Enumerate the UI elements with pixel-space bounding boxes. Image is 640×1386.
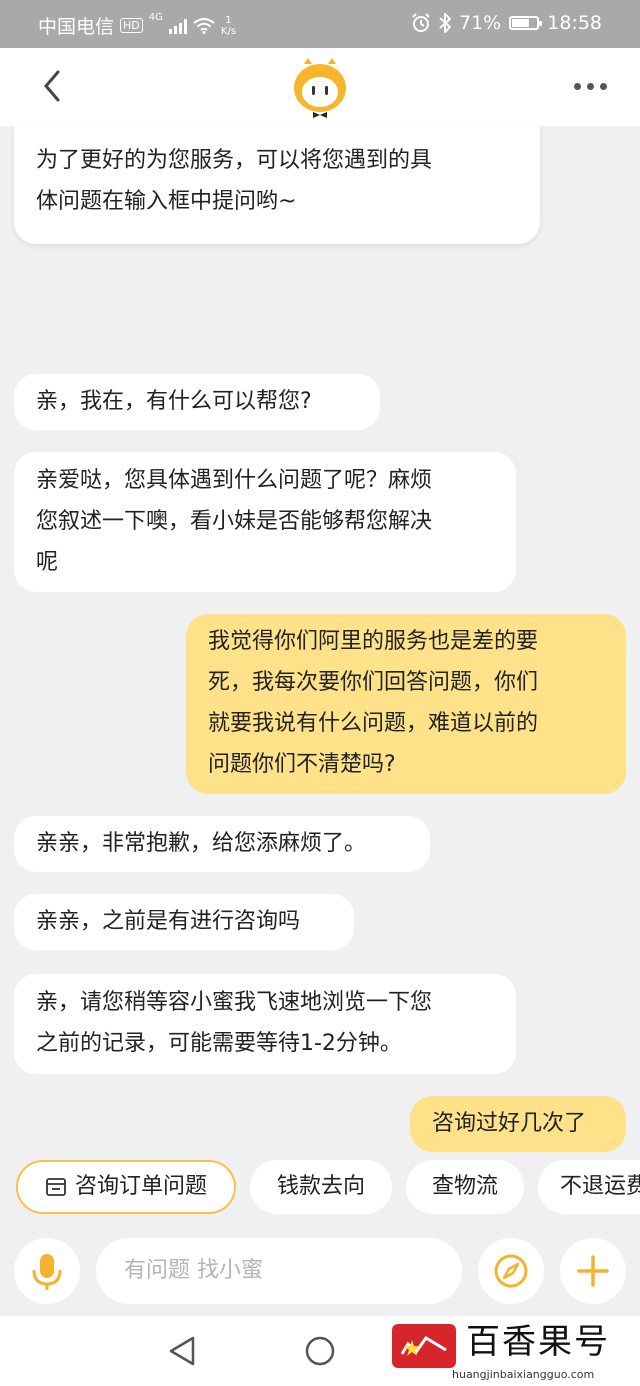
more-dot xyxy=(573,82,581,90)
incoming-message: 亲，我在，有什么可以帮您? xyxy=(14,374,380,430)
battery-icon xyxy=(509,16,543,30)
watermark: 百香果号 huangjinbaixiangguo.com xyxy=(392,1318,640,1384)
quick-reply-label: 咨询订单问题 xyxy=(74,1174,207,1199)
quick-reply-payment[interactable]: 钱款去向 xyxy=(250,1160,392,1214)
incoming-message: 亲亲，之前是有进行咨询吗 xyxy=(14,894,354,950)
quick-reply-label: 不退运费 xyxy=(560,1174,640,1199)
incoming-message: 亲亲，非常抱歉，给您添麻烦了。 xyxy=(14,816,430,872)
watermark-url: huangjinbaixiangguo.com xyxy=(452,1368,595,1381)
bluetooth-icon xyxy=(439,13,451,33)
chevron-left-icon xyxy=(44,70,60,102)
watermark-logo-icon xyxy=(392,1324,456,1368)
outgoing-message: 我觉得你们阿里的服务也是差的要 死，我每次要你们回答问题，你们 就要我说有什么问… xyxy=(186,614,626,794)
more-actions-button[interactable] xyxy=(560,1238,626,1304)
incoming-message: 为了更好的为您服务，可以将您遇到的具 体问题在输入框中提问哟~ xyxy=(14,126,540,244)
wifi-icon xyxy=(193,17,215,34)
quick-reply-label: 查物流 xyxy=(431,1174,498,1199)
back-button[interactable] xyxy=(36,66,76,106)
watermark-title: 百香果号 xyxy=(466,1322,610,1362)
order-icon xyxy=(46,1178,66,1196)
hd-badge: HD xyxy=(120,18,143,33)
voice-input-button[interactable] xyxy=(14,1238,80,1304)
message-input-placeholder: 有问题 找小蜜 xyxy=(124,1258,263,1283)
alarm-icon xyxy=(412,13,430,32)
quick-reply-shipping-fee[interactable]: 不退运费 xyxy=(538,1160,640,1214)
incoming-message: 亲，请您稍等容小蜜我飞速地浏览一下您 之前的记录，可能需要等待1-2分钟。 xyxy=(14,974,516,1074)
incoming-message: 亲爱哒，您具体遇到什么问题了呢？麻烦 您叙述一下噢，看小妹是否能够帮您解决 呢 xyxy=(14,452,516,592)
quick-reply-label: 钱款去向 xyxy=(276,1174,365,1199)
more-dot xyxy=(586,82,594,90)
more-options-button[interactable] xyxy=(570,74,610,98)
system-nav-bar: 百香果号 huangjinbaixiangguo.com xyxy=(0,1316,640,1386)
chat-message-list[interactable]: 为了更好的为您服务，可以将您遇到的具 体问题在输入框中提问哟~ 亲，我在，有什么… xyxy=(0,126,640,1156)
nav-back-button[interactable] xyxy=(166,1334,200,1368)
plus-icon xyxy=(577,1255,609,1287)
more-dot xyxy=(599,82,607,90)
input-bar: 有问题 找小蜜 xyxy=(0,1226,640,1316)
carrier-label: 中国电信 xyxy=(38,16,115,38)
chat-header xyxy=(0,48,640,126)
compass-icon xyxy=(494,1254,528,1288)
clock: 18:58 xyxy=(547,12,602,34)
status-bar: 中国电信 HD 4G 1 K/s 71% 18:58 xyxy=(0,0,640,48)
nav-home-button[interactable] xyxy=(304,1335,336,1367)
network-type: 4G xyxy=(148,12,163,23)
discover-button[interactable] xyxy=(478,1238,544,1304)
battery-percent: 71% xyxy=(459,12,502,34)
network-speed: 1 K/s xyxy=(220,14,237,37)
quick-reply-logistics[interactable]: 查物流 xyxy=(406,1160,524,1214)
message-input[interactable]: 有问题 找小蜜 xyxy=(96,1238,462,1304)
nav-home-icon xyxy=(305,1336,335,1366)
signal-icon xyxy=(168,18,187,34)
quick-reply-order[interactable]: 咨询订单问题 xyxy=(16,1160,236,1214)
nav-back-icon xyxy=(169,1336,195,1366)
outgoing-message: 咨询过好几次了 xyxy=(410,1096,626,1152)
mascot-logo-icon xyxy=(294,58,346,118)
microphone-icon xyxy=(32,1254,62,1290)
quick-reply-bar: 咨询订单问题 钱款去向 查物流 不退运费 xyxy=(0,1160,640,1214)
